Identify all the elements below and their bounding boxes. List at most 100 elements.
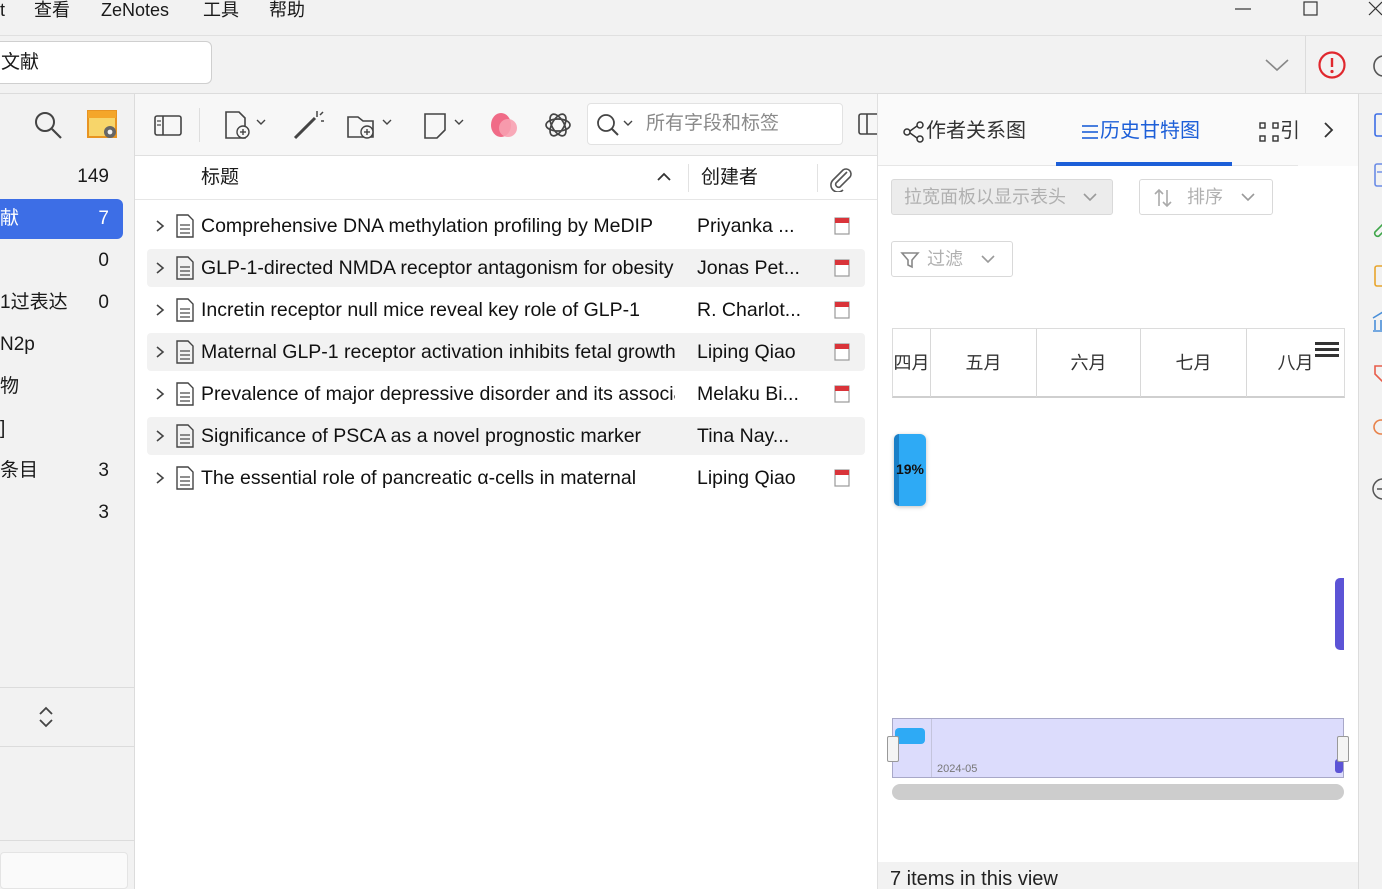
tab-library[interactable]: 文献	[0, 41, 212, 84]
pdf-attachment-icon[interactable]	[833, 259, 851, 277]
info-icon[interactable]	[1371, 112, 1382, 138]
pdf-attachment-icon[interactable]	[833, 385, 851, 403]
item-title: Prevalence of major depressive disorder …	[201, 383, 675, 405]
table-row[interactable]: The essential role of pancreatic α-cells…	[147, 459, 865, 497]
toggle-item-pane-icon[interactable]	[857, 110, 877, 140]
search-icon[interactable]	[33, 110, 63, 140]
tab-history-gantt[interactable]: 历史甘特图	[1080, 114, 1200, 148]
menu-icon[interactable]	[1313, 339, 1341, 361]
table-row[interactable]: Prevalence of major depressive disorder …	[147, 375, 865, 413]
maximize-icon[interactable]	[1300, 0, 1322, 20]
tab-partial[interactable]: 引	[1258, 114, 1298, 148]
column-title[interactable]: 标题	[201, 156, 239, 200]
table-row[interactable]: GLP-1-directed NMDA receptor antagonism …	[147, 249, 865, 287]
navigator-right-handle[interactable]	[1337, 736, 1349, 762]
ai-assistant-icon[interactable]	[541, 108, 575, 142]
gantt-navigator[interactable]: 2024-05	[892, 718, 1344, 778]
pdf-attachment-icon[interactable]	[833, 301, 851, 319]
menu-view[interactable]: 查看	[34, 0, 70, 22]
plugin-pane: 作者关系图 历史甘特图 引 拉宽面板以显示表头 排序 过滤 四月 五月 六月 七…	[877, 94, 1359, 889]
collapse-pane-icon[interactable]	[1371, 476, 1382, 502]
close-icon[interactable]	[1366, 0, 1382, 20]
menu-partial[interactable]: t	[0, 0, 5, 22]
menu-help[interactable]: 帮助	[269, 0, 305, 22]
gantt-task-bar-2[interactable]	[1335, 578, 1344, 650]
divider	[0, 840, 134, 841]
table-row[interactable]: Incretin receptor null mice reveal key r…	[147, 291, 865, 329]
table-row[interactable]: Comprehensive DNA methylation profiling …	[147, 207, 865, 245]
item-creator: Jonas Pet...	[697, 257, 800, 279]
navigator-left-handle[interactable]	[887, 736, 899, 762]
gantt-lines-icon	[1082, 124, 1098, 139]
sort-label: 排序	[1187, 187, 1223, 207]
item-title: Incretin receptor null mice reveal key r…	[201, 299, 640, 321]
filter-funnel-icon	[900, 252, 920, 269]
libraries-icon[interactable]	[1371, 310, 1382, 334]
add-attachment-icon[interactable]	[345, 108, 395, 142]
table-row[interactable]: Maternal GLP-1 receptor activation inhib…	[147, 333, 865, 371]
minimize-icon[interactable]	[1232, 0, 1254, 20]
plugin-tabs: 作者关系图 历史甘特图 引	[878, 94, 1359, 166]
pdf-attachment-icon[interactable]	[833, 343, 851, 361]
chevron-right-icon[interactable]	[153, 300, 167, 320]
chevron-right-icon[interactable]	[153, 216, 167, 236]
column-creator[interactable]: 创建者	[701, 156, 758, 200]
attachment-column-icon[interactable]	[827, 166, 855, 192]
collection-item-selected[interactable]: 献7	[0, 199, 123, 239]
new-item-icon[interactable]	[221, 108, 271, 142]
collection-item[interactable]: 149	[0, 157, 123, 197]
horizontal-scrollbar[interactable]	[892, 784, 1344, 800]
tags-icon[interactable]	[1371, 362, 1382, 384]
sort-arrows-icon	[1154, 188, 1172, 208]
status-text: 7 items in this view	[890, 868, 1058, 889]
chevron-right-icon[interactable]	[153, 258, 167, 278]
collapse-expand-icon[interactable]	[37, 704, 55, 730]
search-input[interactable]	[646, 110, 836, 138]
sort-select[interactable]: 排序	[1139, 179, 1273, 215]
items-toolbar	[135, 94, 877, 156]
items-pane: 标题 创建者 Comprehensive DNA methylation pro…	[135, 94, 877, 889]
attachment-icon[interactable]	[1371, 218, 1382, 240]
related-icon[interactable]	[1371, 416, 1382, 438]
chevron-right-icon[interactable]	[153, 342, 167, 362]
collection-item[interactable]: 物	[0, 367, 123, 407]
table-row[interactable]: Significance of PSCA as a novel prognost…	[147, 417, 865, 455]
tag-filter-box[interactable]	[0, 852, 128, 889]
chevron-right-icon[interactable]	[153, 384, 167, 404]
alert-icon[interactable]	[1317, 50, 1347, 80]
notes-icon[interactable]	[1371, 264, 1382, 288]
chevron-right-icon[interactable]	[1321, 120, 1335, 140]
search-box[interactable]	[587, 103, 843, 145]
collection-item[interactable]: ]	[0, 409, 123, 449]
sort-ascending-icon[interactable]	[656, 170, 672, 184]
collections-pane: 149 献7 0 1过表达 0 N2p 物 ] 条目 3 3	[0, 94, 135, 889]
document-icon	[176, 256, 194, 280]
menu-tools[interactable]: 工具	[203, 0, 239, 22]
collection-item[interactable]: 条目 3	[0, 451, 123, 491]
chevron-right-icon[interactable]	[153, 468, 167, 488]
new-note-icon[interactable]	[421, 108, 469, 142]
magic-wand-icon[interactable]	[291, 108, 325, 142]
column-header: 标题 创建者	[135, 156, 877, 200]
collection-item[interactable]: 1过表达 0	[0, 283, 123, 323]
sync-icon[interactable]	[1370, 52, 1382, 80]
document-icon	[176, 466, 194, 490]
zenotes-petal-icon[interactable]	[487, 108, 521, 142]
abstract-icon[interactable]	[1371, 162, 1382, 188]
pdf-attachment-icon[interactable]	[833, 217, 851, 235]
tab-author-graph[interactable]: 作者关系图	[902, 114, 1026, 148]
collection-item[interactable]: 3	[0, 493, 123, 533]
collection-item[interactable]: 0	[0, 241, 123, 281]
search-icon[interactable]	[594, 112, 640, 138]
menu-zenotes[interactable]: ZeNotes	[101, 0, 169, 22]
chevron-down-icon[interactable]	[1264, 56, 1290, 74]
document-icon	[176, 340, 194, 364]
filter-select[interactable]: 过滤	[891, 241, 1013, 277]
collection-settings-icon[interactable]	[86, 108, 120, 142]
gantt-task-bar[interactable]: 19%	[894, 434, 926, 506]
collection-item[interactable]: N2p	[0, 325, 123, 365]
toggle-sidebar-icon[interactable]	[151, 108, 185, 142]
widen-panel-select: 拉宽面板以显示表头	[891, 179, 1113, 215]
pdf-attachment-icon[interactable]	[833, 469, 851, 487]
chevron-right-icon[interactable]	[153, 426, 167, 446]
